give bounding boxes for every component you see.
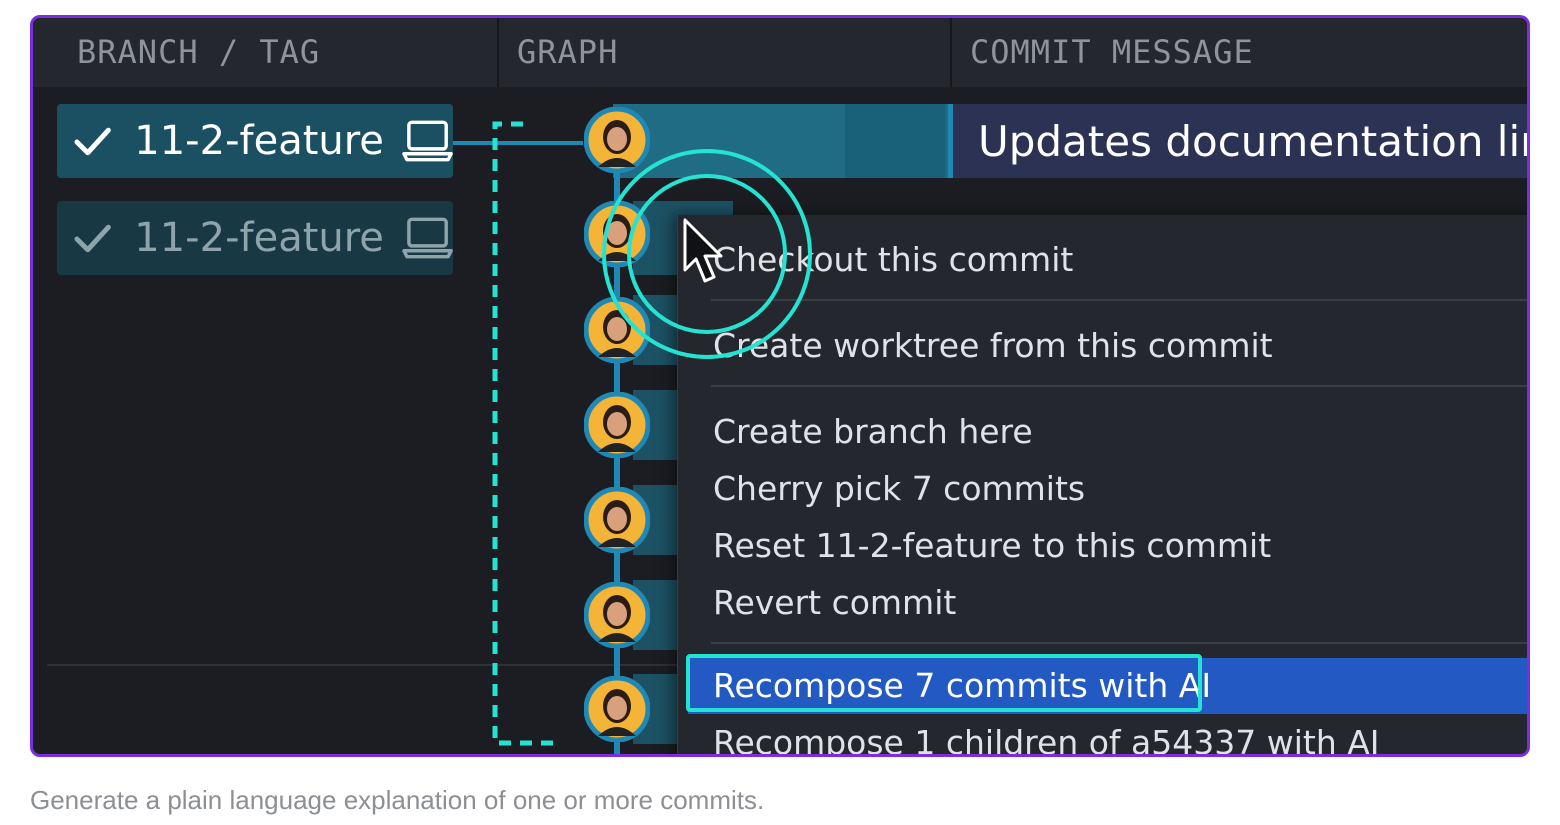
- caption-text: Generate a plain language explanation of…: [30, 785, 765, 815]
- app-frame: BRANCH / TAG GRAPH COMMIT MESSAGE Update…: [30, 15, 1530, 757]
- mouse-cursor-icon: [683, 218, 723, 283]
- click-indicator: [602, 149, 812, 359]
- commit-graph-view: BRANCH / TAG GRAPH COMMIT MESSAGE Update…: [33, 18, 1527, 754]
